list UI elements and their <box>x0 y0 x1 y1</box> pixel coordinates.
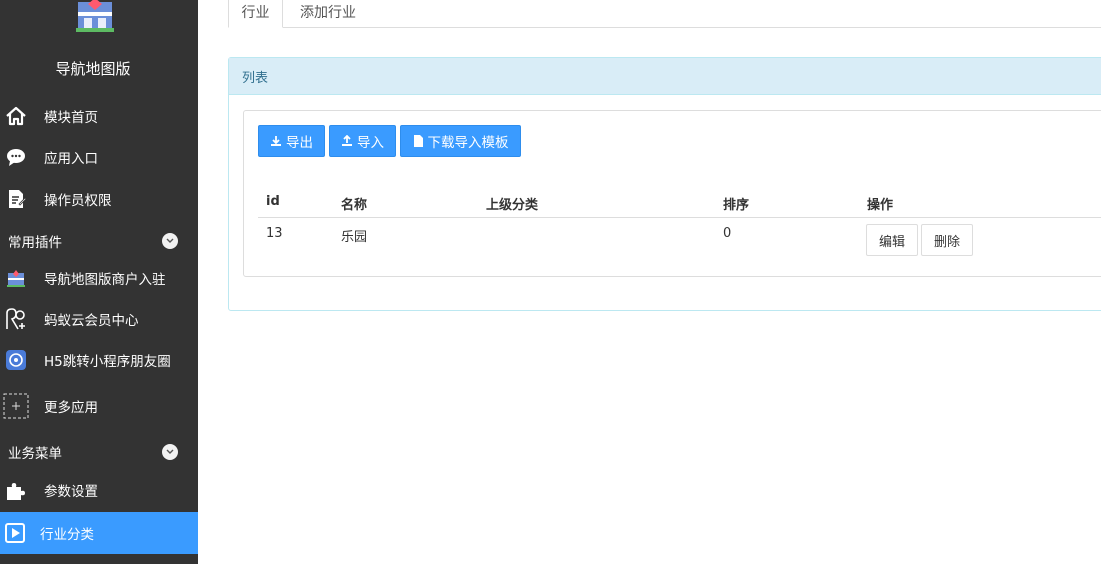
download-template-label: 下载导入模板 <box>427 135 509 151</box>
sidebar-item-member-center[interactable]: 蚂蚁云会员中心 <box>0 299 198 339</box>
export-button[interactable]: 导出 <box>258 125 325 157</box>
sidebar-item-home[interactable]: 模块首页 <box>0 96 198 136</box>
members-icon <box>3 306 29 332</box>
column-header-name: 名称 <box>341 198 368 213</box>
column-header-actions: 操作 <box>867 198 894 213</box>
sidebar-item-label: 模块首页 <box>44 110 98 126</box>
sidebar-item-app-entry[interactable]: 应用入口 <box>0 137 198 177</box>
sidebar-item-label: 更多应用 <box>44 400 98 416</box>
shop-logo-icon <box>76 0 114 32</box>
download-icon <box>271 136 281 146</box>
sidebar-item-operator-permission[interactable]: 操作员权限 <box>0 179 198 219</box>
sidebar-item-label: 行业分类 <box>40 527 94 543</box>
mini-program-icon <box>3 347 29 373</box>
column-header-id: id <box>266 194 280 209</box>
cell-name: 乐园 <box>341 230 368 245</box>
export-label: 导出 <box>286 135 313 151</box>
column-header-sort: 排序 <box>723 198 750 213</box>
chevron-down-icon[interactable] <box>162 233 178 249</box>
table-row: 13 乐园 0 编辑 删除 <box>258 218 1101 264</box>
section-title: 常用插件 <box>8 235 62 251</box>
section-common-plugins[interactable]: 常用插件 <box>0 228 198 254</box>
sidebar-item-h5-mini-program[interactable]: H5跳转小程序朋友圈 <box>0 340 198 380</box>
chat-bubble-icon <box>3 144 29 170</box>
sidebar-item-label: 应用入口 <box>44 151 98 167</box>
chevron-down-icon[interactable] <box>162 444 178 460</box>
plus-icon <box>3 393 29 419</box>
tab-bar: 行业 添加行业 <box>228 0 1101 28</box>
sidebar: 导航地图版 模块首页 应用入口 操作员权限 常用插件 导航地图版商户入驻 蚂蚁云… <box>0 0 198 564</box>
upload-icon <box>342 135 352 146</box>
sidebar-item-label: 蚂蚁云会员中心 <box>44 313 139 329</box>
app-name: 导航地图版 <box>55 60 131 78</box>
sidebar-item-label: 参数设置 <box>44 484 98 500</box>
list-body: 导出 导入 下载导入模板 id 名称 上级分类 排序 操作 13 乐园 0 编辑… <box>243 110 1101 277</box>
file-icon <box>413 135 423 147</box>
logo-area: 导航地图版 <box>0 0 198 96</box>
cell-id: 13 <box>266 226 283 241</box>
sidebar-item-label: H5跳转小程序朋友圈 <box>44 354 171 370</box>
sidebar-item-label: 操作员权限 <box>44 193 112 209</box>
cell-sort: 0 <box>723 226 732 241</box>
puzzle-icon <box>3 477 29 503</box>
table-header: id 名称 上级分类 排序 操作 <box>258 188 1101 218</box>
document-edit-icon <box>3 186 29 212</box>
delete-button[interactable]: 删除 <box>921 224 973 256</box>
shop-icon <box>3 265 29 291</box>
sidebar-item-industry-category[interactable]: 行业分类 <box>0 512 198 554</box>
import-label: 导入 <box>357 135 384 151</box>
panel-title: 列表 <box>229 58 1101 95</box>
tab-add-industry[interactable]: 添加行业 <box>300 0 410 28</box>
sidebar-item-label: 导航地图版商户入驻 <box>44 272 166 288</box>
home-icon <box>3 103 29 129</box>
sidebar-item-parameter-settings[interactable]: 参数设置 <box>0 470 198 510</box>
list-panel: 列表 导出 导入 下载导入模板 id 名称 上级分类 排序 操作 13 乐园 0… <box>228 57 1101 311</box>
edit-button[interactable]: 编辑 <box>866 224 918 256</box>
sidebar-item-merchant-entry[interactable]: 导航地图版商户入驻 <box>0 258 198 298</box>
play-square-icon <box>2 520 28 546</box>
import-button[interactable]: 导入 <box>329 125 396 157</box>
tab-industry[interactable]: 行业 <box>228 0 283 28</box>
section-business-menu[interactable]: 业务菜单 <box>0 439 198 465</box>
sidebar-item-more-apps[interactable]: 更多应用 <box>0 386 198 426</box>
download-template-button[interactable]: 下载导入模板 <box>400 125 521 157</box>
section-title: 业务菜单 <box>8 446 62 462</box>
column-header-parent: 上级分类 <box>486 198 539 213</box>
